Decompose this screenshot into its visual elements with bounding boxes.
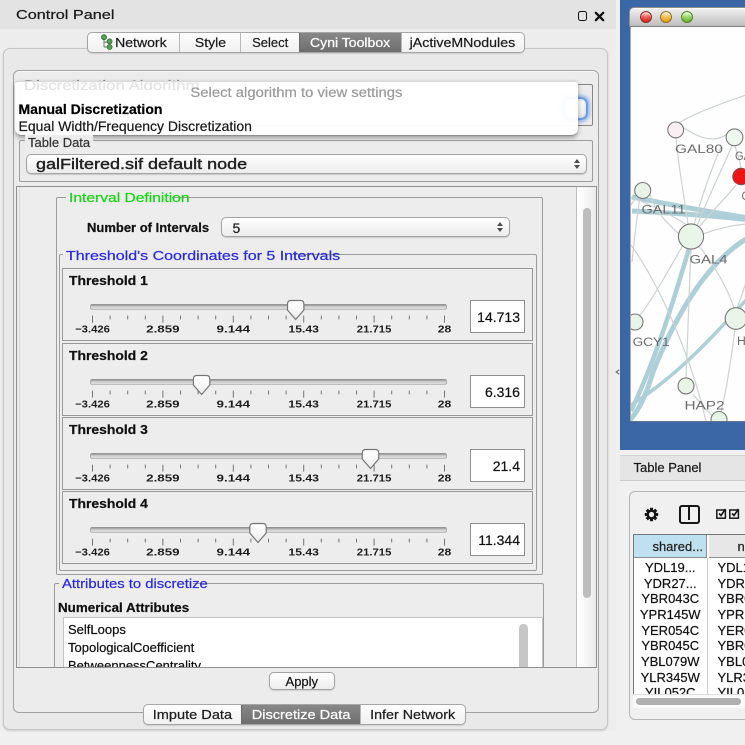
svg-text:GAL11: GAL11 <box>641 202 685 216</box>
svg-text:2.859: 2.859 <box>146 548 180 559</box>
svg-text:9.144: 9.144 <box>217 399 251 410</box>
svg-text:9.144: 9.144 <box>217 548 251 559</box>
svg-text:HAP2: HAP2 <box>684 398 724 412</box>
svg-text:21.715: 21.715 <box>357 548 392 559</box>
svg-text:15.43: 15.43 <box>288 325 319 336</box>
svg-text:−3.426: −3.426 <box>75 473 110 484</box>
svg-text:28: 28 <box>438 548 452 559</box>
svg-text:GAL80: GAL80 <box>675 141 723 155</box>
svg-text:9.144: 9.144 <box>217 473 251 484</box>
svg-text:HA: HA <box>737 334 745 348</box>
svg-text:28: 28 <box>438 399 452 410</box>
svg-text:28: 28 <box>438 325 452 336</box>
svg-text:2.859: 2.859 <box>146 325 180 336</box>
svg-text:GA: GA <box>735 149 745 163</box>
svg-text:21.715: 21.715 <box>357 473 392 484</box>
svg-text:−3.426: −3.426 <box>75 399 110 410</box>
svg-text:−3.426: −3.426 <box>75 325 110 336</box>
svg-text:GAL4: GAL4 <box>689 252 727 266</box>
svg-text:2.859: 2.859 <box>146 399 180 410</box>
svg-text:15.43: 15.43 <box>288 548 319 559</box>
svg-text:21.715: 21.715 <box>357 399 392 410</box>
svg-text:GCY1: GCY1 <box>632 335 669 349</box>
svg-text:GA: GA <box>741 188 745 202</box>
svg-text:15.43: 15.43 <box>288 399 319 410</box>
svg-text:9.144: 9.144 <box>217 325 251 336</box>
svg-text:28: 28 <box>438 473 452 484</box>
svg-text:15.43: 15.43 <box>288 473 319 484</box>
svg-text:−3.426: −3.426 <box>75 548 110 559</box>
svg-text:21.715: 21.715 <box>357 325 392 336</box>
svg-text:2.859: 2.859 <box>146 473 180 484</box>
